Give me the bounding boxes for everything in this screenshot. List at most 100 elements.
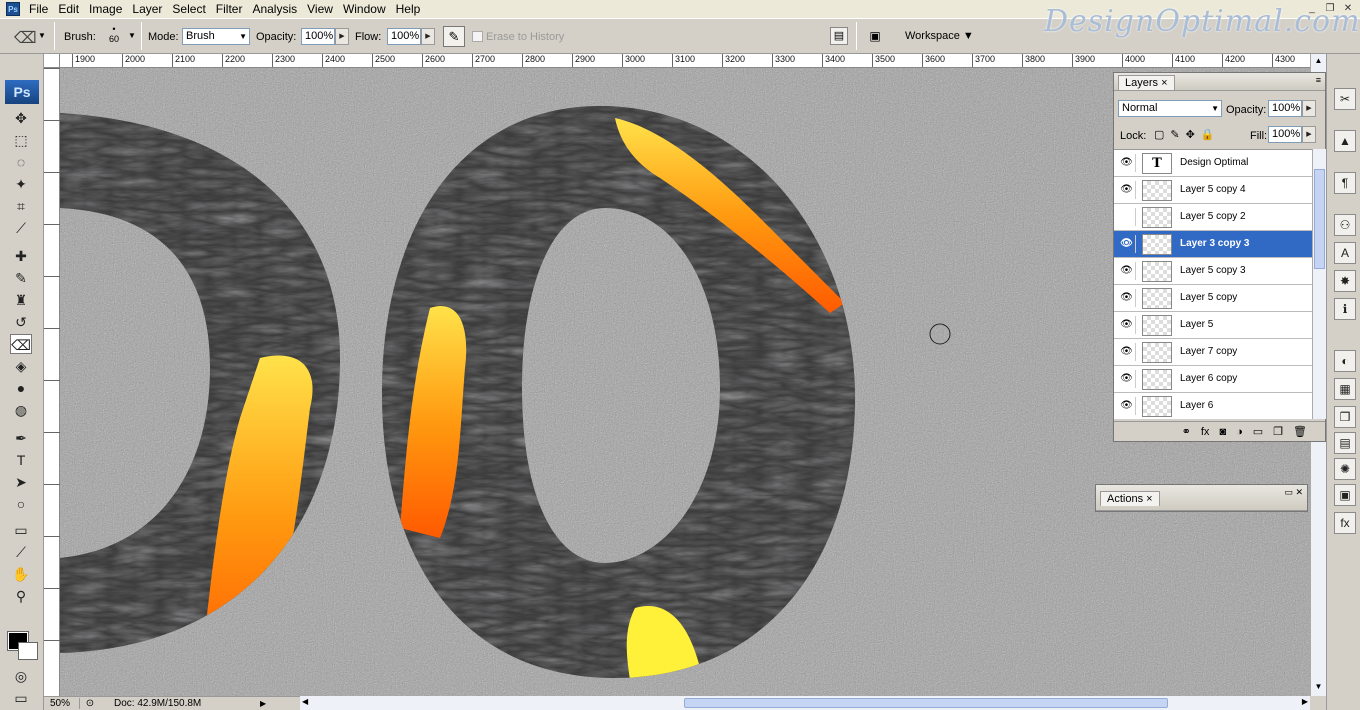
character-icon[interactable]: A: [1334, 242, 1356, 264]
paragraph-icon[interactable]: ¶: [1334, 172, 1356, 194]
layer-list-scrollbar[interactable]: [1312, 149, 1326, 419]
fx-icon[interactable]: fx: [1201, 422, 1210, 441]
blend-mode-select[interactable]: Normal ▼: [1118, 100, 1222, 117]
eyedropper-tool-icon[interactable]: ⟋: [10, 218, 32, 238]
layer-row[interactable]: 👁 Layer 3 copy 3: [1114, 231, 1312, 258]
marquee-tool-icon[interactable]: ⬚: [10, 130, 32, 150]
layer-row[interactable]: 👁 Layer 6 copy: [1114, 366, 1312, 393]
flow-input[interactable]: 100%: [387, 28, 421, 45]
mask-icon[interactable]: ◙: [1219, 422, 1226, 441]
dodge-tool-icon[interactable]: ◍: [10, 400, 32, 420]
visibility-eye-icon[interactable]: 👁: [1118, 181, 1136, 199]
folder-icon[interactable]: ▭: [1253, 422, 1263, 441]
screen-mode-icon[interactable]: ▭: [10, 688, 32, 708]
menu-window[interactable]: Window: [338, 0, 391, 18]
panel-menu-icon[interactable]: ▭ ✕: [1284, 487, 1303, 498]
horizontal-scrollbar[interactable]: ◀ ▶: [300, 696, 1310, 710]
layer-row[interactable]: Layer 5 copy 2: [1114, 204, 1312, 231]
visibility-eye-icon[interactable]: 👁: [1118, 154, 1136, 172]
layer-row[interactable]: 👁 Layer 7 copy: [1114, 339, 1312, 366]
vertical-ruler[interactable]: [44, 68, 60, 696]
visibility-eye-icon[interactable]: [1118, 208, 1136, 226]
eraser-tool-icon[interactable]: ⌫: [10, 334, 32, 354]
scroll-down-arrow[interactable]: ▼: [1313, 682, 1324, 694]
zoom-tool-icon[interactable]: ⚲: [10, 586, 32, 606]
paint-bucket-icon[interactable]: ◈: [10, 356, 32, 376]
hand-tool-icon[interactable]: ✋: [10, 564, 32, 584]
tool-presets-icon[interactable]: ✂: [1334, 88, 1356, 110]
layer-scroll-thumb[interactable]: [1314, 169, 1325, 269]
menu-filter[interactable]: Filter: [211, 0, 248, 18]
adjustment-icon[interactable]: ◑: [1236, 422, 1243, 441]
info-icon[interactable]: ℹ: [1334, 298, 1356, 320]
zoom-level[interactable]: 50%: [44, 698, 80, 709]
visibility-eye-icon[interactable]: 👁: [1118, 235, 1136, 253]
pen-tool-icon[interactable]: ✒: [10, 428, 32, 448]
menu-edit[interactable]: Edit: [53, 0, 84, 18]
navigator-icon[interactable]: ✸: [1334, 270, 1356, 292]
airbrush-icon[interactable]: ✎: [443, 26, 465, 47]
eraser-icon[interactable]: ⌫: [14, 28, 37, 48]
mode-select[interactable]: Brush ▼: [182, 28, 250, 45]
palette-well-icon[interactable]: ▤: [830, 27, 848, 45]
layer-row[interactable]: 👁 T Design Optimal: [1114, 150, 1312, 177]
close-tab-icon[interactable]: ×: [1161, 77, 1167, 89]
lock-icons[interactable]: ▢✎✥🔒: [1154, 128, 1221, 141]
fill-slider[interactable]: ▶: [1302, 126, 1316, 143]
close-tab-icon[interactable]: ×: [1146, 493, 1152, 505]
workspace-menu[interactable]: Workspace ▼: [905, 29, 974, 43]
horizontal-scroll-thumb[interactable]: [684, 698, 1168, 708]
brush-preview[interactable]: • 60: [104, 24, 124, 52]
opacity-slider-button[interactable]: ▶: [335, 28, 349, 45]
scroll-up-arrow[interactable]: ▲: [1313, 56, 1324, 68]
layer-opacity-input[interactable]: 100%: [1268, 100, 1302, 117]
path-selection-icon[interactable]: ➤: [10, 472, 32, 492]
magic-wand-icon[interactable]: ✦: [10, 174, 32, 194]
opacity-input[interactable]: 100%: [301, 28, 335, 45]
type-tool-icon[interactable]: T: [10, 450, 32, 470]
layer-row[interactable]: 👁 Layer 5 copy 3: [1114, 258, 1312, 285]
brush-tool-icon[interactable]: ✎: [10, 268, 32, 288]
swatches-icon[interactable]: ▦: [1334, 378, 1356, 400]
tool-preset-arrow[interactable]: ▼: [38, 31, 46, 40]
styles-icon[interactable]: ❒: [1334, 406, 1356, 428]
lasso-tool-icon[interactable]: ◌: [10, 152, 32, 172]
menu-image[interactable]: Image: [84, 0, 127, 18]
flow-slider-button[interactable]: ▶: [421, 28, 435, 45]
menu-help[interactable]: Help: [391, 0, 426, 18]
shape-tool-icon[interactable]: ○: [10, 494, 32, 514]
menu-view[interactable]: View: [302, 0, 338, 18]
trash-icon[interactable]: 🗑: [1293, 422, 1307, 441]
layers-tab[interactable]: Layers ×: [1118, 75, 1175, 90]
visibility-eye-icon[interactable]: 👁: [1118, 289, 1136, 307]
channels-icon[interactable]: ▣: [1334, 484, 1356, 506]
menu-layer[interactable]: Layer: [127, 0, 167, 18]
histogram-icon[interactable]: ▲: [1334, 130, 1356, 152]
history-brush-icon[interactable]: ↺: [10, 312, 32, 332]
horizontal-ruler[interactable]: 1900 2000 2100 2200 2300 2400 2500 2600 2700 2800…: [60, 54, 1310, 68]
actions-tab[interactable]: Actions ×: [1100, 491, 1160, 506]
fill-input[interactable]: 100%: [1268, 126, 1302, 143]
layer-row[interactable]: 👁 Layer 6: [1114, 393, 1312, 419]
color-sampler-icon[interactable]: ⟋: [10, 542, 32, 562]
brushes-icon[interactable]: ✺: [1334, 458, 1356, 480]
history-icon[interactable]: ▤: [1334, 432, 1356, 454]
menu-analysis[interactable]: Analysis: [247, 0, 302, 18]
visibility-eye-icon[interactable]: 👁: [1118, 397, 1136, 415]
layer-row[interactable]: 👁 Layer 5 copy 4: [1114, 177, 1312, 204]
brush-picker-arrow[interactable]: ▼: [128, 31, 136, 40]
layer-row[interactable]: 👁 Layer 5: [1114, 312, 1312, 339]
color-icon[interactable]: ◐: [1334, 350, 1356, 372]
visibility-eye-icon[interactable]: 👁: [1118, 343, 1136, 361]
notes-tool-icon[interactable]: ▭: [10, 520, 32, 540]
menu-file[interactable]: File: [24, 0, 53, 18]
crop-tool-icon[interactable]: ⌗: [10, 196, 32, 216]
clone-source-icon[interactable]: ⚇: [1334, 214, 1356, 236]
visibility-eye-icon[interactable]: 👁: [1118, 262, 1136, 280]
fx-icon[interactable]: fx: [1334, 512, 1356, 534]
menu-select[interactable]: Select: [167, 0, 210, 18]
bridge-icon[interactable]: ▣: [864, 27, 886, 45]
move-tool-icon[interactable]: ✥: [10, 108, 32, 128]
visibility-eye-icon[interactable]: 👁: [1118, 370, 1136, 388]
status-arrow[interactable]: ▶: [260, 699, 274, 708]
